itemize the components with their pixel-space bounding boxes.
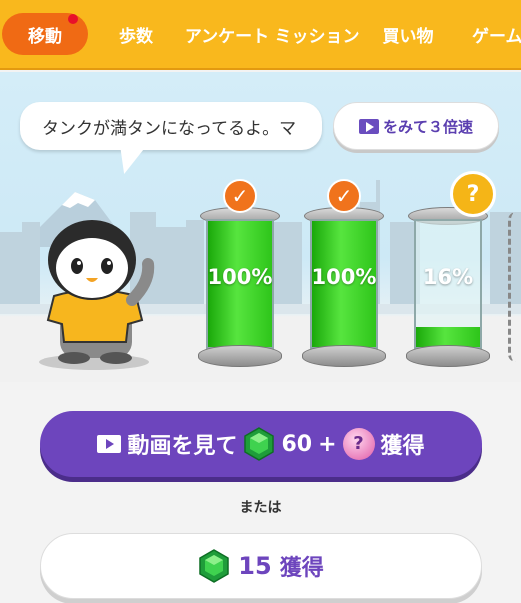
tab-survey-label: アンケート	[184, 26, 270, 47]
gem-button-amount: 15	[238, 552, 272, 580]
tank-fill	[416, 326, 480, 347]
gem-button-suffix: 獲得	[279, 556, 324, 581]
speech-bubble: タンクが満タンになってるよ。マ	[20, 102, 322, 150]
check-badge-icon: ✓	[223, 179, 257, 213]
green-gem-icon	[199, 549, 230, 583]
tab-mission-label: ミッション	[274, 26, 360, 47]
tab-move[interactable]: 移動	[2, 13, 88, 55]
watch-video-reward-button[interactable]: 動画を見て 60 + ? 獲得	[40, 411, 482, 477]
tab-mission[interactable]: ミッション	[274, 0, 360, 68]
tank-percent-label: 100%	[311, 265, 377, 289]
watch-button-gem-amount: 60	[281, 431, 313, 457]
tank-1: 100% ✓	[198, 179, 282, 367]
mystery-ball-icon: ?	[342, 428, 375, 460]
penguin-mascot	[39, 220, 155, 370]
get-gems-button[interactable]: 15 獲得	[40, 533, 482, 599]
tab-move-label: 移動	[28, 26, 62, 47]
speech-bubble-text: タンクが満タンになってるよ。マ	[42, 118, 297, 139]
tab-shopping-label: 買い物	[382, 26, 434, 47]
notification-dot	[68, 14, 78, 24]
tab-steps-label: 歩数	[119, 26, 153, 47]
video-icon	[97, 435, 122, 453]
tank-scene: タンクが満タンになってるよ。マ をみて３倍速 100% ✓ 100% ✓ 16%…	[0, 72, 521, 382]
green-gem-icon	[244, 427, 275, 461]
tab-shopping[interactable]: 買い物	[372, 0, 444, 68]
tank-percent-label: 16%	[422, 265, 474, 289]
tank-3: 16% ?	[406, 171, 496, 367]
or-separator-text: または	[239, 500, 282, 516]
top-tab-bar: 移動 歩数 アンケート ミッション 買い物 ゲーム	[0, 0, 521, 70]
tab-steps[interactable]: 歩数	[106, 0, 166, 68]
tank-2: 100% ✓	[302, 179, 386, 367]
video-icon	[358, 118, 379, 134]
tab-game[interactable]: ゲーム	[458, 0, 521, 68]
tank-percent-label: 100%	[207, 265, 273, 289]
watch-button-plus: +	[318, 431, 337, 457]
tank-cap-bottom	[198, 345, 282, 367]
tab-survey[interactable]: アンケート	[180, 0, 274, 68]
check-badge-icon: ✓	[327, 179, 361, 213]
question-badge-icon: ?	[450, 171, 496, 217]
tank-cap-bottom	[406, 345, 490, 367]
tab-game-label: ゲーム	[472, 26, 521, 47]
tank-cap-bottom	[302, 345, 386, 367]
watch-video-3x-speed-button[interactable]: をみて３倍速	[333, 102, 499, 150]
watch-button-prefix: 動画を見て	[127, 434, 238, 459]
speed-button-label: をみて３倍速	[382, 117, 473, 136]
next-tank-placeholder	[508, 212, 521, 362]
watch-button-suffix: 獲得	[380, 434, 425, 459]
